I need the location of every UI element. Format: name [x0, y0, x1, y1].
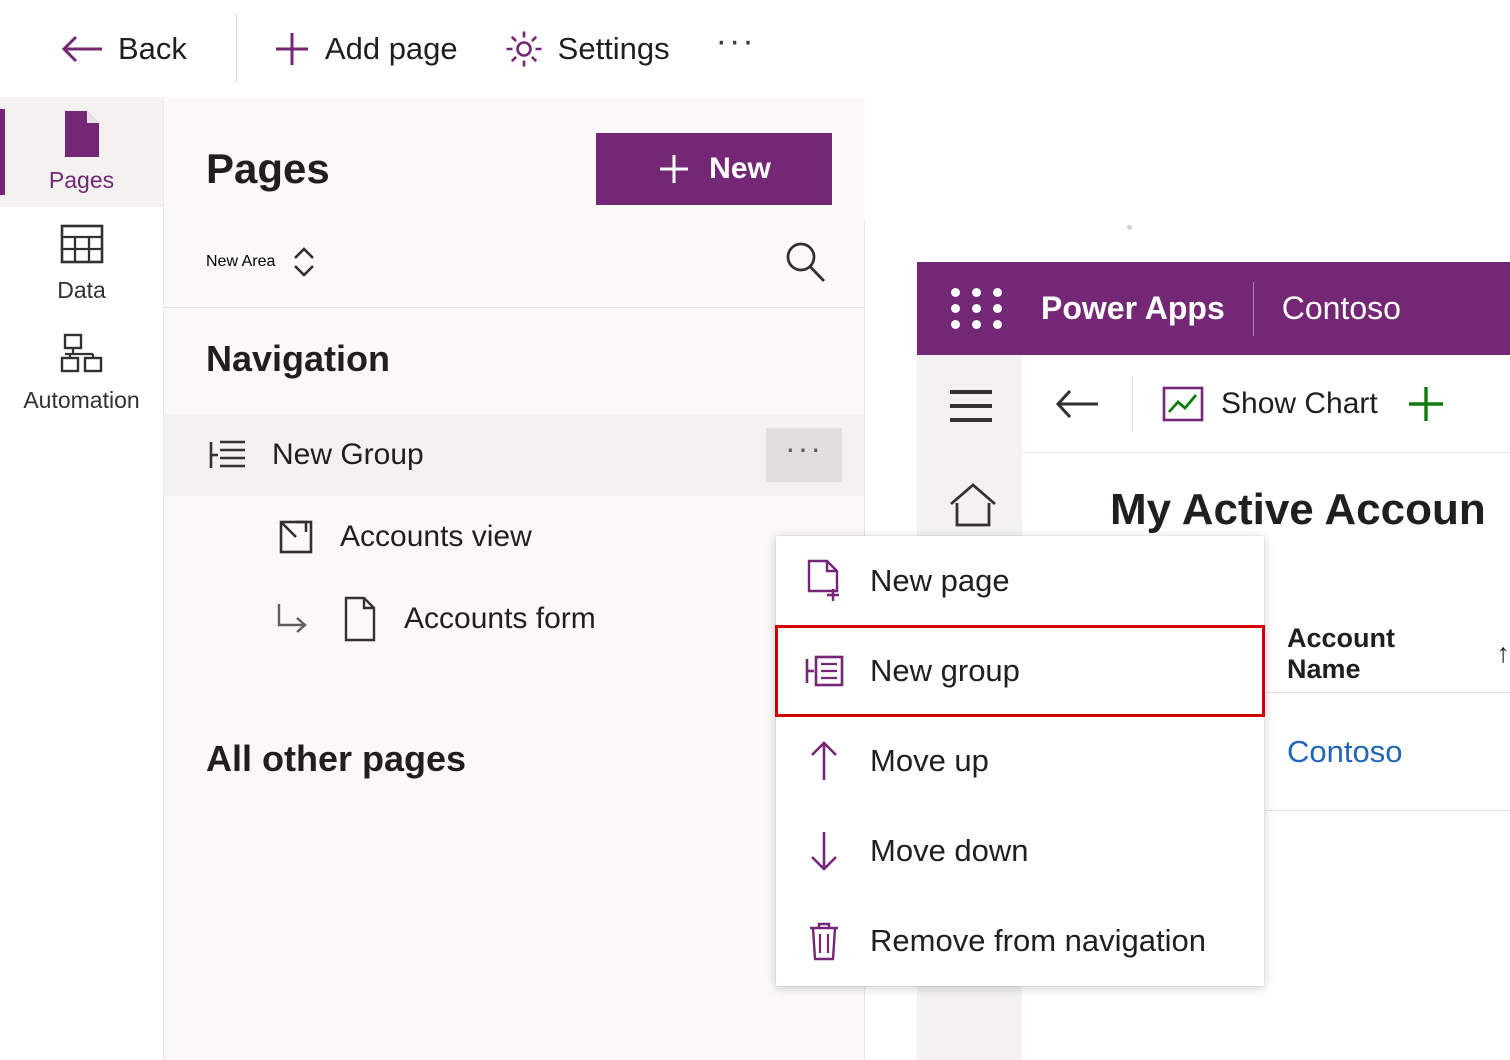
context-menu-label: Remove from navigation	[870, 923, 1206, 958]
settings-label: Settings	[557, 30, 670, 66]
environment-label: Contoso	[1281, 290, 1401, 326]
show-chart-button[interactable]: Show Chart	[1161, 384, 1378, 424]
nav-item-new-group[interactable]: New Group ···	[164, 414, 864, 496]
new-page-icon	[802, 559, 846, 603]
automation-icon	[59, 331, 105, 377]
rail-item-data[interactable]: Data	[0, 207, 163, 317]
page-title: Pages	[206, 145, 330, 192]
navigation-section-title: Navigation	[206, 338, 391, 379]
back-arrow-icon[interactable]	[1054, 387, 1102, 421]
context-menu-item-move-up[interactable]: Move up	[776, 716, 1264, 806]
top-command-bar: Back Add page Settings ···	[0, 0, 1510, 97]
area-selector[interactable]: New Area	[206, 242, 319, 282]
context-menu-item-new-group[interactable]: New group	[775, 625, 1265, 717]
header-divider	[1252, 281, 1254, 336]
chart-icon	[1161, 384, 1205, 424]
chevron-up-down-icon	[289, 242, 319, 282]
app-command-bar: Show Chart	[1022, 355, 1510, 453]
context-menu-label: New page	[870, 563, 1010, 598]
nav-item-label: New Group	[272, 438, 424, 471]
back-button[interactable]: Back	[60, 31, 187, 67]
context-menu-label: Move down	[870, 833, 1029, 868]
more-commands-button[interactable]: ···	[716, 24, 756, 63]
view-icon	[274, 517, 318, 557]
rail-item-pages[interactable]: Pages	[0, 97, 163, 207]
app-header: Power Apps Contoso	[917, 262, 1510, 355]
add-page-button[interactable]: Add page	[273, 30, 458, 68]
all-other-pages-title: All other pages	[206, 738, 467, 779]
back-label: Back	[118, 30, 187, 66]
new-button[interactable]: New	[596, 133, 832, 205]
rail-label-data: Data	[57, 276, 106, 303]
rail-label-pages: Pages	[48, 166, 115, 193]
view-title: My Active Accoun	[1110, 485, 1486, 534]
context-menu-item-remove-from-navigation[interactable]: Remove from navigation	[776, 896, 1264, 986]
nav-item-label: Accounts form	[404, 602, 596, 635]
plus-icon	[657, 152, 691, 186]
preview-resize-dot	[1127, 225, 1132, 230]
show-chart-label: Show Chart	[1221, 386, 1378, 420]
context-menu-label: Move up	[870, 743, 989, 778]
sort-ascending-icon: ↑	[1496, 638, 1510, 668]
new-group-icon	[802, 653, 846, 689]
context-menu: New page New group Move up Move down Rem…	[775, 536, 1265, 986]
table-icon	[60, 221, 104, 267]
nav-item-more-button[interactable]: ···	[766, 428, 842, 482]
column-header-label: Account Name	[1287, 622, 1395, 684]
search-icon[interactable]	[782, 239, 828, 285]
area-name: New Area	[206, 253, 276, 270]
form-icon	[338, 596, 382, 642]
hamburger-icon[interactable]	[950, 390, 992, 422]
command-divider	[1132, 375, 1133, 432]
new-button-label: New	[709, 152, 771, 185]
nav-item-label: Accounts view	[340, 520, 532, 553]
add-page-label: Add page	[324, 30, 458, 66]
back-arrow-icon	[60, 33, 104, 65]
pages-panel-header: Pages New	[164, 97, 864, 205]
area-selector-row: New Area	[164, 205, 864, 308]
gear-icon	[504, 29, 544, 69]
app-brand-label: Power Apps	[1041, 290, 1225, 326]
plus-icon	[273, 30, 311, 68]
new-record-plus-icon[interactable]	[1404, 382, 1448, 426]
context-menu-item-new-page[interactable]: New page	[776, 536, 1264, 626]
pages-panel: Pages New New Area Navigation New Group …	[164, 97, 864, 1060]
rail-label-automation: Automation	[23, 386, 140, 413]
arrow-down-icon	[802, 829, 846, 873]
nav-item-accounts-form[interactable]: Accounts form	[164, 578, 864, 660]
group-icon	[206, 438, 250, 472]
home-icon[interactable]	[948, 482, 998, 528]
nav-item-accounts-view[interactable]: Accounts view	[164, 496, 864, 578]
left-rail: Pages Data Automation	[0, 97, 164, 1060]
settings-button[interactable]: Settings	[504, 29, 670, 69]
arrow-up-icon	[802, 739, 846, 783]
page-icon	[61, 110, 103, 157]
context-menu-item-move-down[interactable]: Move down	[776, 806, 1264, 896]
grid-column-header[interactable]: Account Name ↑	[1265, 615, 1510, 693]
table-row[interactable]: Contoso	[1265, 693, 1510, 811]
account-name-link[interactable]: Contoso	[1287, 734, 1402, 770]
toolbar-divider	[236, 14, 237, 82]
waffle-icon[interactable]	[951, 288, 1007, 329]
trash-icon	[802, 919, 846, 963]
nested-arrow-icon	[272, 601, 316, 637]
rail-item-automation[interactable]: Automation	[0, 317, 163, 427]
context-menu-label: New group	[870, 653, 1020, 688]
